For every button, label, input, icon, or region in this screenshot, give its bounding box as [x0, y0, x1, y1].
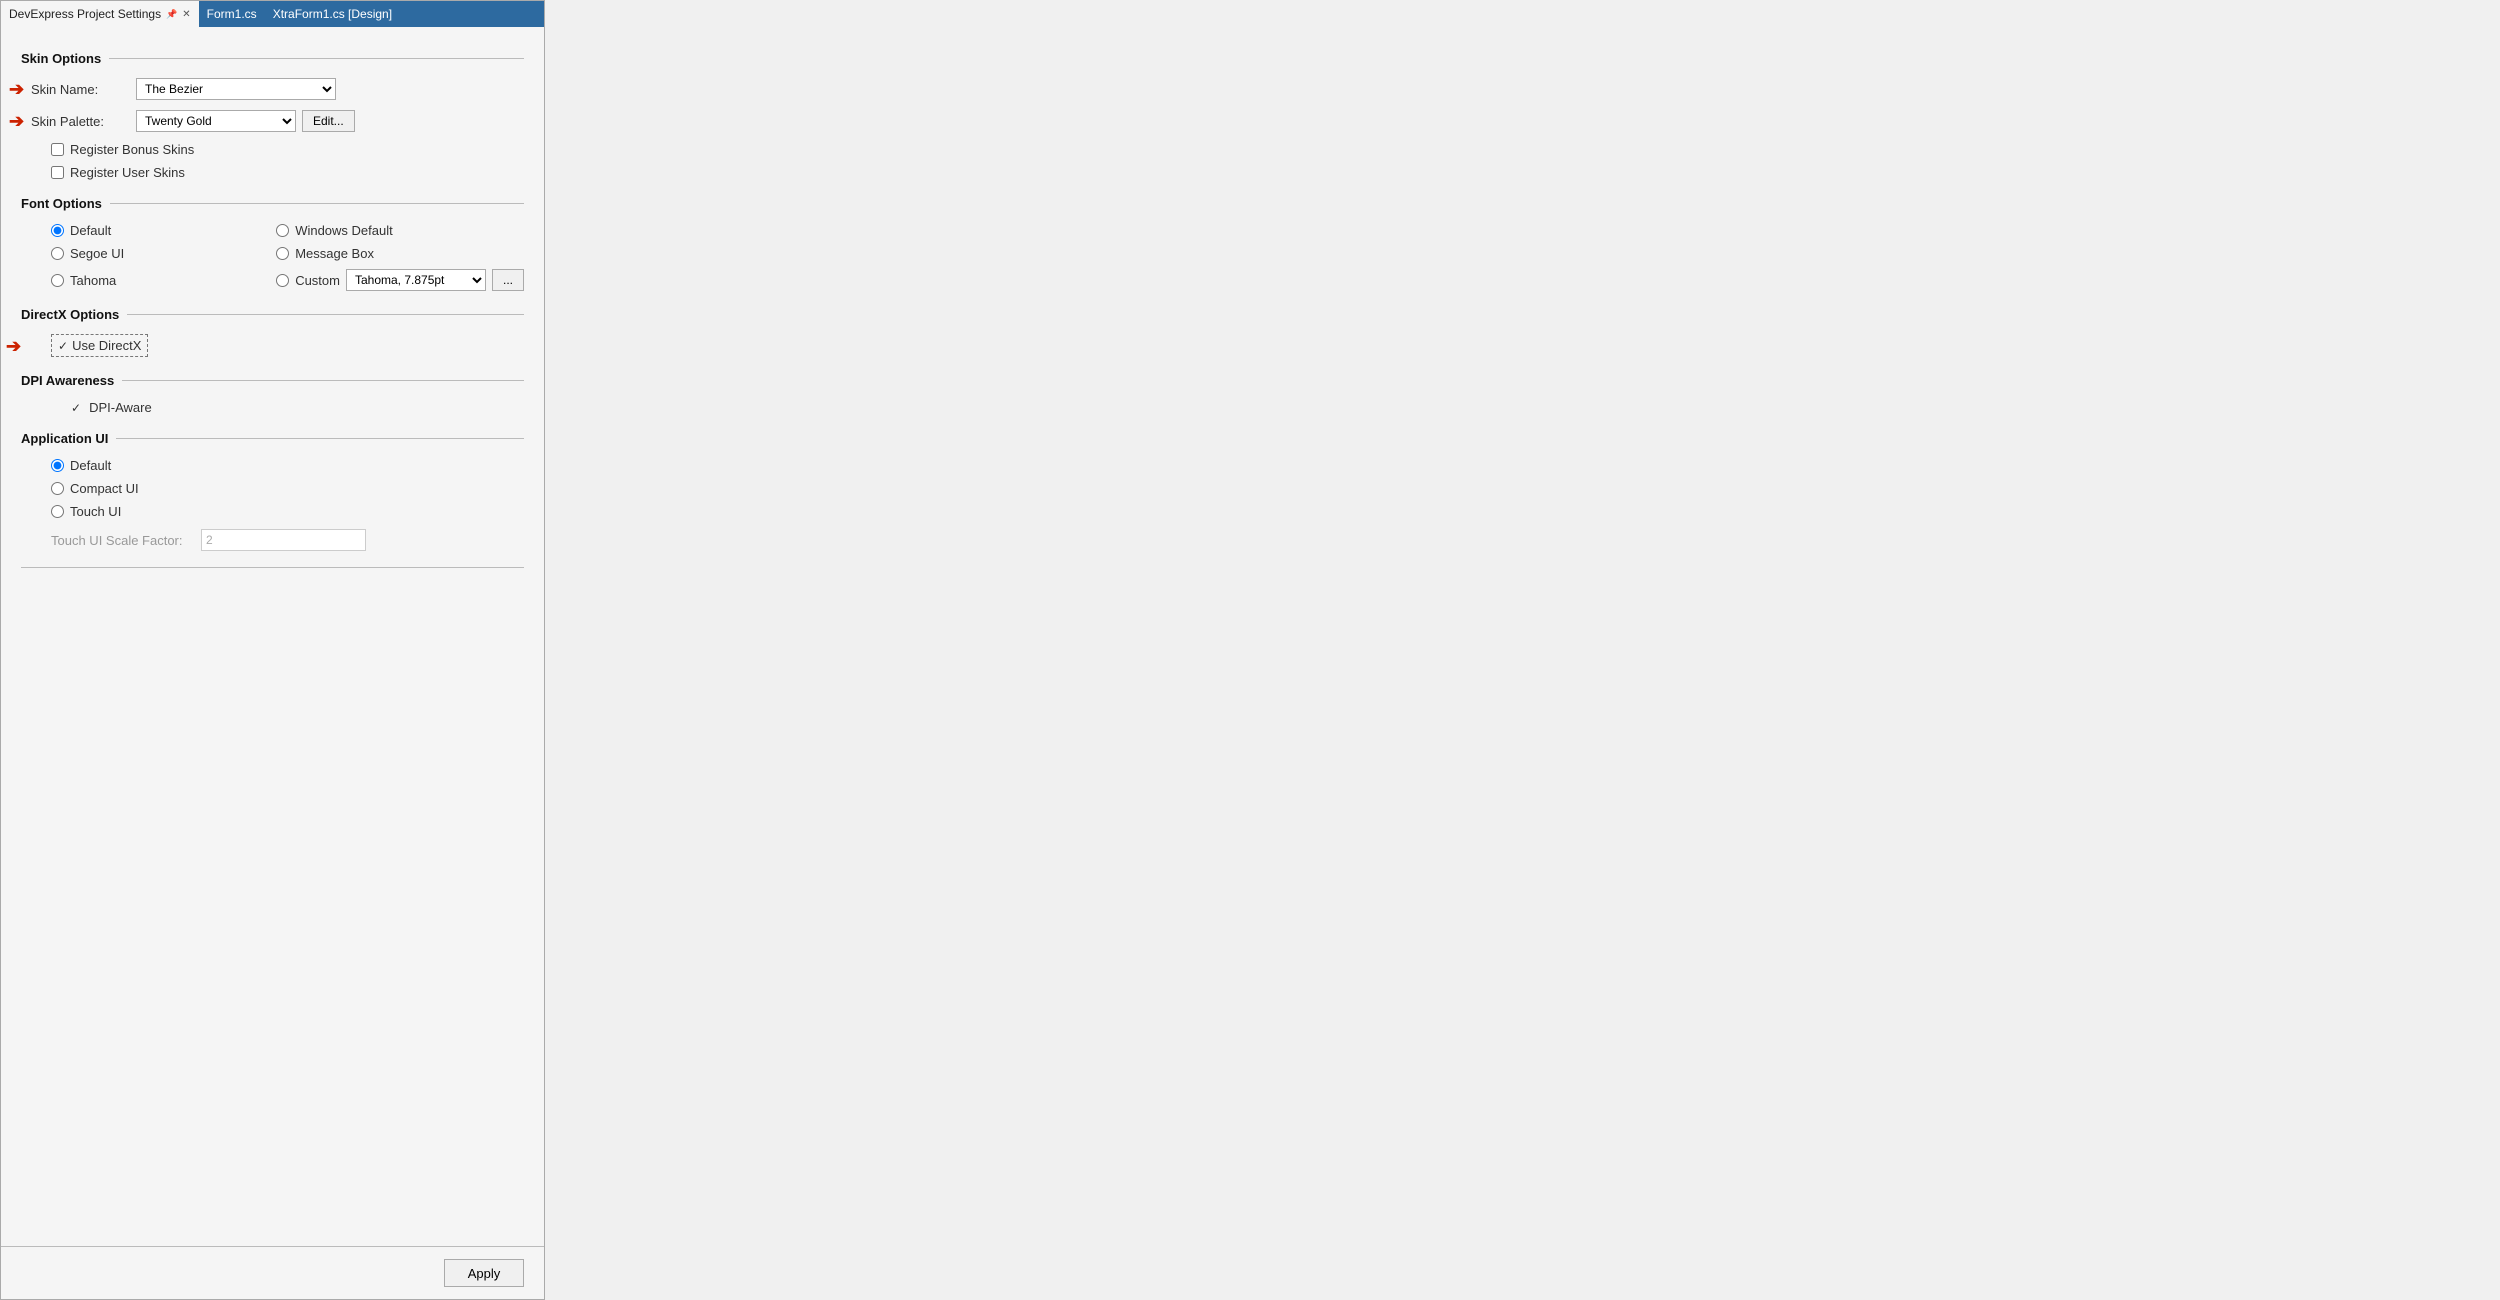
skin-options-header: Skin Options [21, 51, 524, 66]
tab-label: XtraForm1.cs [Design] [273, 7, 392, 21]
font-custom-label: Custom [295, 273, 340, 288]
dpi-check-mark: ✓ [71, 401, 81, 415]
font-messagebox-radio[interactable] [276, 247, 289, 260]
tab-bar: DevExpress Project Settings 📌 ✕ Form1.cs… [1, 1, 544, 27]
font-default-label: Default [70, 223, 111, 238]
application-ui-header: Application UI [21, 431, 524, 446]
tab-form1[interactable]: Form1.cs [199, 1, 265, 27]
font-tahoma-radio[interactable] [51, 274, 64, 287]
edit-button[interactable]: Edit... [302, 110, 355, 132]
font-custom-row: Custom Tahoma, 7.875pt ... [276, 269, 524, 291]
font-messagebox-row: Message Box [276, 246, 524, 261]
separator [21, 567, 524, 568]
custom-font-ellipsis[interactable]: ... [492, 269, 524, 291]
font-segoe-label: Segoe UI [70, 246, 124, 261]
skin-palette-row: ➔ Skin Palette: Twenty Gold Edit... [21, 110, 524, 132]
skin-name-row: ➔ Skin Name: The Bezier [21, 78, 524, 100]
font-segoe-radio[interactable] [51, 247, 64, 260]
app-ui-touch-radio[interactable] [51, 505, 64, 518]
directx-row: ➔ ✓ Use DirectX [21, 334, 524, 357]
app-ui-options: Default Compact UI Touch UI [21, 458, 524, 519]
register-bonus-row: Register Bonus Skins [21, 142, 524, 157]
app-ui-default-row: Default [51, 458, 524, 473]
skin-palette-select[interactable]: Twenty Gold [136, 110, 296, 132]
font-segoe-row: Segoe UI [51, 246, 266, 261]
app-ui-default-radio[interactable] [51, 459, 64, 472]
skin-palette-control: Twenty Gold Edit... [136, 110, 524, 132]
dpi-awareness-header: DPI Awareness [21, 373, 524, 388]
skin-palette-label: Skin Palette: [31, 114, 136, 129]
app-ui-default-label: Default [70, 458, 111, 473]
tab-xtraform[interactable]: XtraForm1.cs [Design] [265, 1, 400, 27]
app-ui-compact-row: Compact UI [51, 481, 524, 496]
close-icon[interactable]: ✕ [182, 9, 190, 20]
register-bonus-checkbox[interactable] [51, 143, 64, 156]
register-user-checkbox[interactable] [51, 166, 64, 179]
skin-name-label: Skin Name: [31, 82, 136, 97]
directx-check-mark: ✓ [58, 339, 68, 353]
font-default-row: Default [51, 223, 266, 238]
font-windows-radio[interactable] [276, 224, 289, 237]
app-ui-compact-label: Compact UI [70, 481, 139, 496]
app-ui-touch-row: Touch UI [51, 504, 524, 519]
directx-options-header: DirectX Options [21, 307, 524, 322]
settings-content: Skin Options ➔ Skin Name: The Bezier ➔ S… [1, 27, 544, 1246]
register-user-label: Register User Skins [70, 165, 185, 180]
font-tahoma-row: Tahoma [51, 269, 266, 291]
scale-factor-row: Touch UI Scale Factor: [21, 529, 524, 551]
scale-input[interactable] [201, 529, 366, 551]
font-options-header: Font Options [21, 196, 524, 211]
font-custom-radio[interactable] [276, 274, 289, 287]
skin-name-control: The Bezier [136, 78, 524, 100]
skin-palette-arrow: ➔ [9, 112, 24, 130]
register-bonus-label: Register Bonus Skins [70, 142, 194, 157]
app-ui-touch-label: Touch UI [70, 504, 121, 519]
app-ui-compact-radio[interactable] [51, 482, 64, 495]
font-tahoma-label: Tahoma [70, 273, 116, 288]
font-windows-row: Windows Default [276, 223, 524, 238]
font-options-grid: Default Windows Default Segoe UI Message… [21, 223, 524, 291]
skin-name-select[interactable]: The Bezier [136, 78, 336, 100]
tab-project-settings[interactable]: DevExpress Project Settings 📌 ✕ [1, 1, 199, 27]
bottom-bar: Apply [1, 1246, 544, 1299]
scale-label: Touch UI Scale Factor: [51, 533, 191, 548]
dpi-aware-label: DPI-Aware [89, 400, 152, 415]
custom-font-select[interactable]: Tahoma, 7.875pt [346, 269, 486, 291]
font-default-radio[interactable] [51, 224, 64, 237]
pin-icon: 📌 [166, 9, 177, 20]
register-user-row: Register User Skins [21, 165, 524, 180]
skin-name-arrow: ➔ [9, 80, 24, 98]
apply-button[interactable]: Apply [444, 1259, 524, 1287]
font-windows-label: Windows Default [295, 223, 393, 238]
directx-label: Use DirectX [72, 338, 141, 353]
directx-checkbox-wrap: ✓ Use DirectX [51, 334, 148, 357]
tab-label: Form1.cs [207, 7, 257, 21]
tab-label: DevExpress Project Settings [9, 7, 161, 21]
dpi-aware-row: ✓ DPI-Aware [21, 400, 524, 415]
font-messagebox-label: Message Box [295, 246, 374, 261]
directx-arrow: ➔ [6, 337, 21, 355]
